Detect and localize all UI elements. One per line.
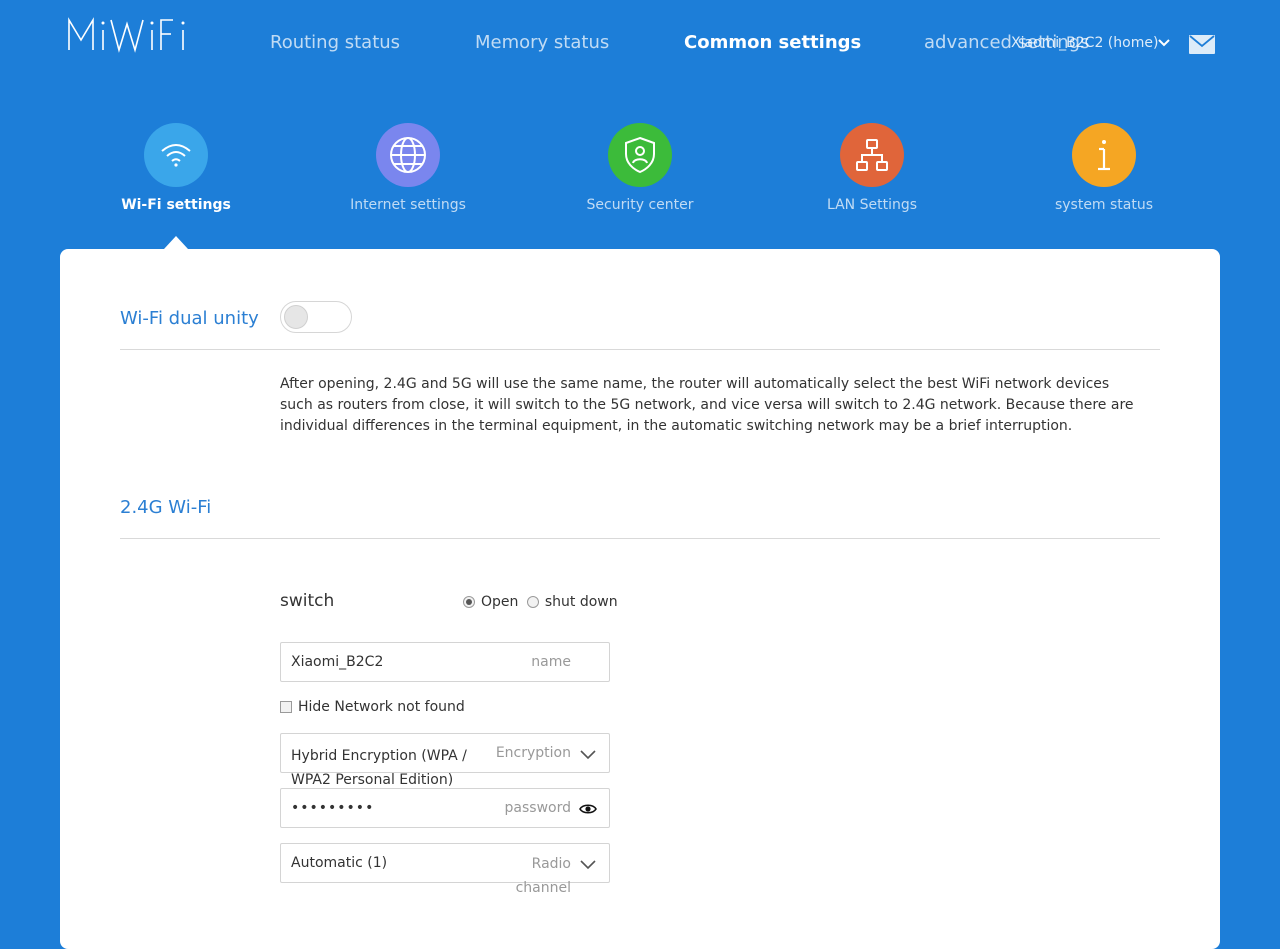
tab-internet-settings[interactable]: Internet settings: [328, 123, 488, 213]
dual-unity-description: After opening, 2.4G and 5G will use the …: [280, 376, 1134, 434]
wifi-name-input[interactable]: Xiaomi_B2C2 name: [280, 642, 610, 682]
router-name-dropdown[interactable]: Xiaomi_B2C2 (home): [1011, 35, 1158, 51]
encryption-placeholder: Encryption: [495, 745, 571, 761]
switch-radio-group: Open shut down: [463, 594, 622, 612]
tab-label: Wi-Fi settings: [121, 197, 231, 213]
radio-button[interactable]: [526, 596, 539, 608]
tab-label: Security center: [586, 197, 694, 213]
wifi-name-placeholder: name: [531, 654, 571, 670]
hide-network-checkbox[interactable]: Hide Network not found: [280, 699, 465, 715]
dual-unity-toggle[interactable]: [280, 301, 352, 333]
toggle-knob: [284, 305, 308, 329]
tab-label: system status: [1054, 197, 1154, 213]
tab-wifi-settings[interactable]: Wi-Fi settings: [96, 123, 256, 213]
info-icon: [1072, 123, 1136, 187]
wifi-24g-title: 2.4G Wi-Fi: [120, 497, 212, 518]
channel-value: Automatic (1): [291, 855, 388, 871]
tab-lan-settings[interactable]: LAN Settings: [792, 123, 952, 213]
radio-button[interactable]: [463, 596, 475, 608]
nav-routing-status[interactable]: Routing status: [270, 32, 400, 53]
radio-label-shut-down: shut down: [544, 594, 618, 610]
channel-placeholder: Radio channel: [515, 856, 571, 896]
tab-security-center[interactable]: Security center: [560, 123, 720, 213]
mail-icon[interactable]: [1189, 35, 1215, 54]
password-input[interactable]: ••••••••• password: [280, 788, 610, 828]
radio-label-open: Open: [481, 594, 519, 610]
chevron-down-icon[interactable]: [1157, 38, 1171, 48]
active-tab-pointer: [164, 236, 188, 249]
wifi-icon: [144, 123, 208, 187]
hide-network-label: Hide Network not found: [298, 699, 465, 715]
wifi-name-value: Xiaomi_B2C2: [291, 654, 384, 670]
radio-shut-down[interactable]: shut down: [526, 594, 618, 610]
nav-memory-status[interactable]: Memory status: [475, 32, 609, 53]
checkbox[interactable]: [280, 701, 292, 713]
settings-panel: Wi-Fi dual unity After opening, 2.4G and…: [60, 249, 1220, 949]
divider: [120, 349, 1160, 350]
password-value: •••••••••: [291, 800, 375, 816]
tab-system-status[interactable]: system status: [1024, 123, 1184, 213]
password-placeholder: password: [504, 800, 571, 816]
divider: [120, 538, 1160, 539]
channel-select[interactable]: Automatic (1) Radio channel: [280, 843, 610, 896]
tab-label: LAN Settings: [826, 197, 918, 213]
chevron-down-icon: [580, 750, 596, 760]
radio-open[interactable]: Open: [463, 594, 518, 610]
globe-icon: [376, 123, 440, 187]
shield-icon: [608, 123, 672, 187]
switch-label: switch: [280, 591, 335, 611]
encryption-select[interactable]: Hybrid Encryption (WPA / WPA2 Personal E…: [280, 733, 610, 788]
eye-icon[interactable]: [579, 803, 597, 815]
dual-unity-title: Wi-Fi dual unity: [120, 308, 259, 329]
tab-label: Internet settings: [350, 197, 466, 213]
network-icon: [840, 123, 904, 187]
nav-common-settings[interactable]: Common settings: [684, 32, 861, 53]
encryption-value: Hybrid Encryption (WPA / WPA2 Personal E…: [291, 748, 467, 788]
chevron-down-icon: [580, 860, 596, 870]
